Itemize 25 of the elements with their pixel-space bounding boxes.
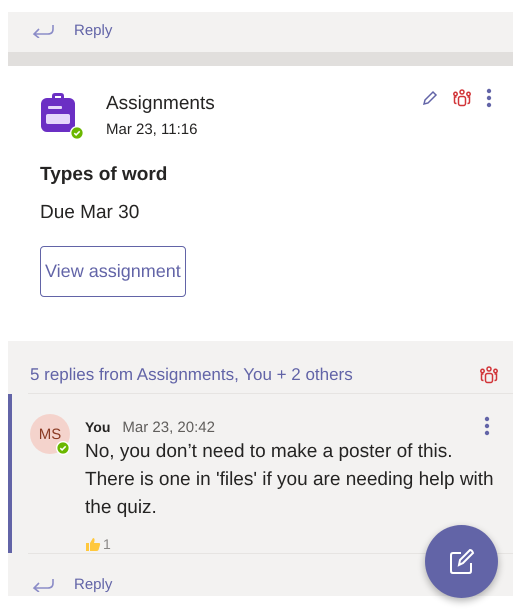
reply-text: No, you don’t need to make a poster of this. There is one in 'files' if you are needing help with the quiz. [85, 440, 495, 520]
replies-summary-link[interactable]: 5 replies from Assignments, You + 2 others [30, 365, 353, 385]
status-check-icon [56, 441, 70, 455]
reply-button[interactable]: Reply [8, 570, 112, 593]
compose-icon [448, 548, 474, 574]
view-assignment-button[interactable]: View assignment [40, 246, 186, 297]
pencil-icon[interactable] [422, 90, 438, 106]
status-check-icon [70, 126, 84, 140]
reply-arrow-icon [32, 578, 54, 592]
more-icon[interactable] [486, 88, 492, 108]
reaction-count: 1 [103, 536, 111, 552]
due-date: Due Mar 30 [40, 202, 140, 224]
author-name: Assignments [106, 93, 215, 115]
assignment-title: Types of word [40, 164, 168, 186]
thumbs-up-icon[interactable] [85, 536, 101, 552]
more-icon[interactable] [484, 416, 490, 436]
reply-time: Mar 23, 20:42 [122, 419, 215, 436]
post-time: Mar 23, 11:16 [106, 121, 198, 138]
avatar: MS [30, 414, 70, 454]
reply-arrow-icon [32, 24, 54, 38]
backpack-icon [40, 92, 76, 132]
reply-author: You [85, 419, 110, 435]
reply-button[interactable]: Reply [8, 12, 112, 39]
team-icon[interactable] [452, 89, 472, 107]
team-icon[interactable] [479, 366, 499, 384]
